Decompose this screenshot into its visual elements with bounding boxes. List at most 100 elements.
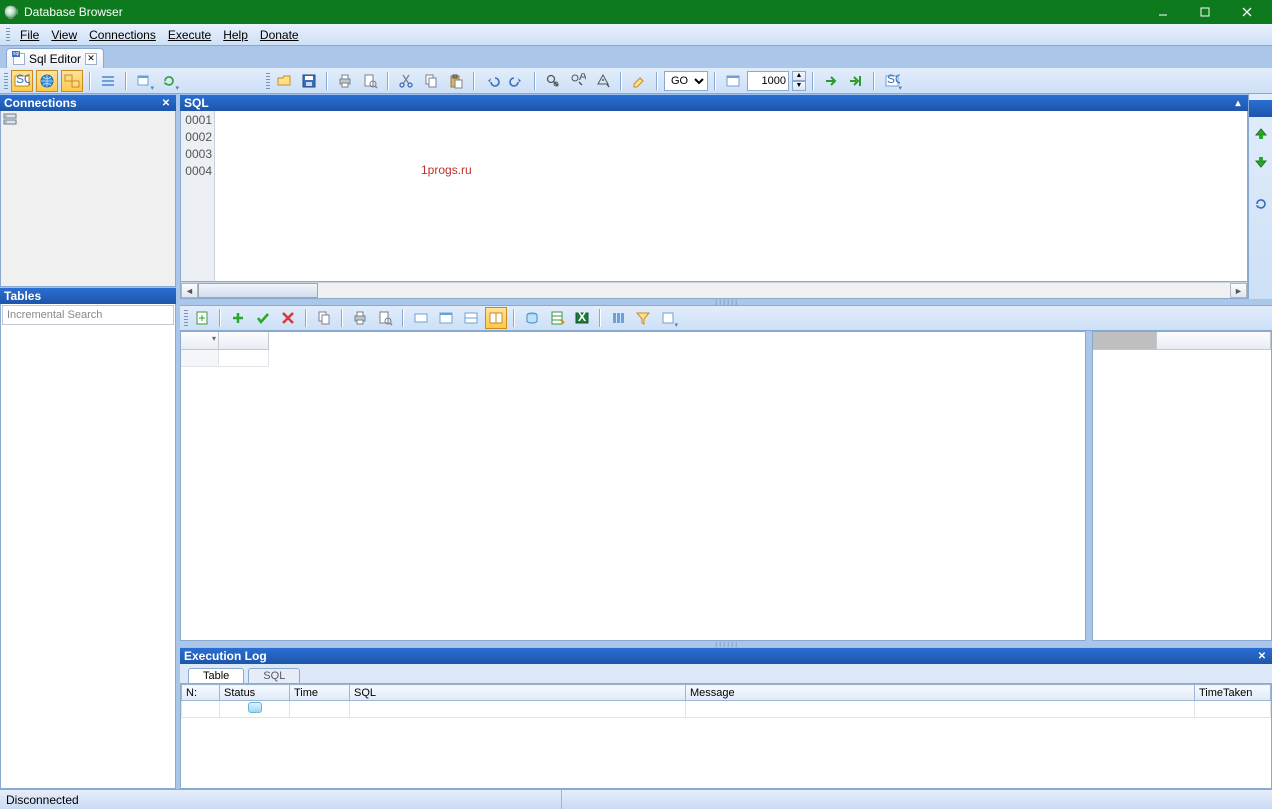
columns-icon[interactable] <box>607 307 629 329</box>
goto-icon[interactable] <box>592 70 614 92</box>
find-replace-icon[interactable]: A <box>567 70 589 92</box>
document-tabs: Sql Editor ✕ <box>0 46 1272 68</box>
connections-title: Connections <box>4 96 77 110</box>
print-preview-icon[interactable] <box>359 70 381 92</box>
find-icon[interactable] <box>542 70 564 92</box>
add-row-icon[interactable] <box>227 307 249 329</box>
view-layout-toggle[interactable] <box>61 70 83 92</box>
col-n[interactable]: N: <box>182 685 220 701</box>
sql-file-icon <box>13 53 25 65</box>
col-time[interactable]: Time <box>290 685 350 701</box>
incremental-search-input[interactable] <box>2 305 174 325</box>
menu-donate[interactable]: Donate <box>254 26 305 44</box>
scroll-thumb[interactable] <box>198 283 318 298</box>
scroll-right-icon[interactable]: ► <box>1230 283 1247 298</box>
export-icon[interactable] <box>521 307 543 329</box>
print-preview-results-icon[interactable] <box>374 307 396 329</box>
col-message[interactable]: Message <box>686 685 1195 701</box>
main-toolbar: SQL A GO ▲▼ SQL <box>0 68 1272 94</box>
grid-corner-menu[interactable] <box>181 332 219 350</box>
view-split-h-icon[interactable] <box>460 307 482 329</box>
cut-icon[interactable] <box>395 70 417 92</box>
export-csv-icon[interactable] <box>546 307 568 329</box>
menu-execute[interactable]: Execute <box>162 26 217 44</box>
delete-row-icon[interactable] <box>277 307 299 329</box>
statusbar: Disconnected <box>0 789 1272 809</box>
connections-close-icon[interactable]: ✕ <box>160 97 172 109</box>
connections-tree[interactable] <box>0 111 176 287</box>
watermark-text: 1progs.ru <box>421 162 472 179</box>
refresh-editor-icon[interactable] <box>1250 193 1272 215</box>
results-grid[interactable] <box>180 331 1086 641</box>
toolbar-grip-3[interactable] <box>184 310 188 326</box>
move-up-icon[interactable] <box>1250 123 1272 145</box>
toolbar-grip-1[interactable] <box>4 73 8 89</box>
refresh-results-icon[interactable] <box>191 307 213 329</box>
copy-results-icon[interactable] <box>313 307 335 329</box>
view-form-icon[interactable] <box>435 307 457 329</box>
filter-icon[interactable] <box>632 307 654 329</box>
detail-col-2[interactable] <box>1157 332 1271 350</box>
execute-icon[interactable] <box>820 70 842 92</box>
view-grid-icon[interactable] <box>410 307 432 329</box>
undo-icon[interactable] <box>481 70 503 92</box>
tables-tree[interactable] <box>1 326 175 788</box>
execution-log-close-icon[interactable]: ✕ <box>1256 650 1268 662</box>
col-sql[interactable]: SQL <box>350 685 686 701</box>
row-limit-input[interactable] <box>747 71 789 91</box>
panel-list-icon[interactable] <box>97 70 119 92</box>
detail-col-1[interactable] <box>1093 332 1157 350</box>
new-window-dropdown[interactable] <box>133 70 155 92</box>
toolbar-grip-2[interactable] <box>266 73 270 89</box>
redo-icon[interactable] <box>506 70 528 92</box>
execution-log-row[interactable] <box>182 701 1271 718</box>
menu-connections[interactable]: Connections <box>83 26 162 44</box>
editor-horizontal-scrollbar[interactable]: ◄ ► <box>180 282 1248 299</box>
menu-help[interactable]: Help <box>217 26 254 44</box>
execute-step-icon[interactable] <box>845 70 867 92</box>
exec-tab-sql[interactable]: SQL <box>248 668 300 683</box>
results-detail-grid[interactable] <box>1092 331 1272 641</box>
options-dropdown[interactable] <box>657 307 679 329</box>
sql-tools-dropdown[interactable]: SQL <box>881 70 903 92</box>
close-button[interactable] <box>1226 0 1268 24</box>
view-globe-toggle[interactable] <box>36 70 58 92</box>
refresh-dropdown[interactable] <box>158 70 180 92</box>
clear-icon[interactable] <box>628 70 650 92</box>
print-results-icon[interactable] <box>349 307 371 329</box>
scroll-left-icon[interactable]: ◄ <box>181 283 198 298</box>
move-down-icon[interactable] <box>1250 151 1272 173</box>
tab-close-icon[interactable]: ✕ <box>85 53 97 65</box>
grid-column-header[interactable] <box>219 332 269 350</box>
print-icon[interactable] <box>334 70 356 92</box>
maximize-button[interactable] <box>1184 0 1226 24</box>
tables-title: Tables <box>4 289 41 303</box>
tab-label: Sql Editor <box>29 52 81 66</box>
menubar-grip[interactable] <box>6 28 10 42</box>
server-icon <box>3 113 17 125</box>
exec-tab-table[interactable]: Table <box>188 668 244 683</box>
col-timetaken[interactable]: TimeTaken <box>1195 685 1271 701</box>
sql-editor[interactable]: 1progs.ru <box>215 111 1247 281</box>
tab-sql-editor[interactable]: Sql Editor ✕ <box>6 48 104 68</box>
svg-text:X: X <box>578 310 586 324</box>
row-limit-spinner[interactable]: ▲▼ <box>792 71 806 91</box>
menu-view[interactable]: View <box>45 26 83 44</box>
go-separator-select[interactable]: GO <box>664 71 708 91</box>
status-bubble-icon <box>248 702 262 713</box>
export-excel-icon[interactable]: X <box>571 307 593 329</box>
paste-icon[interactable] <box>445 70 467 92</box>
result-window-icon[interactable] <box>722 70 744 92</box>
save-icon[interactable] <box>298 70 320 92</box>
execution-log-table[interactable]: N: Status Time SQL Message TimeTaken <box>180 684 1272 789</box>
commit-icon[interactable] <box>252 307 274 329</box>
open-file-icon[interactable] <box>273 70 295 92</box>
col-status[interactable]: Status <box>220 685 290 701</box>
view-sql-toggle[interactable]: SQL <box>11 70 33 92</box>
minimize-button[interactable] <box>1142 0 1184 24</box>
menu-file[interactable]: File <box>14 26 45 44</box>
svg-text:SQL: SQL <box>887 73 900 86</box>
copy-icon[interactable] <box>420 70 442 92</box>
view-split-v-icon[interactable] <box>485 307 507 329</box>
sql-collapse-icon[interactable]: ▴ <box>1232 97 1244 109</box>
